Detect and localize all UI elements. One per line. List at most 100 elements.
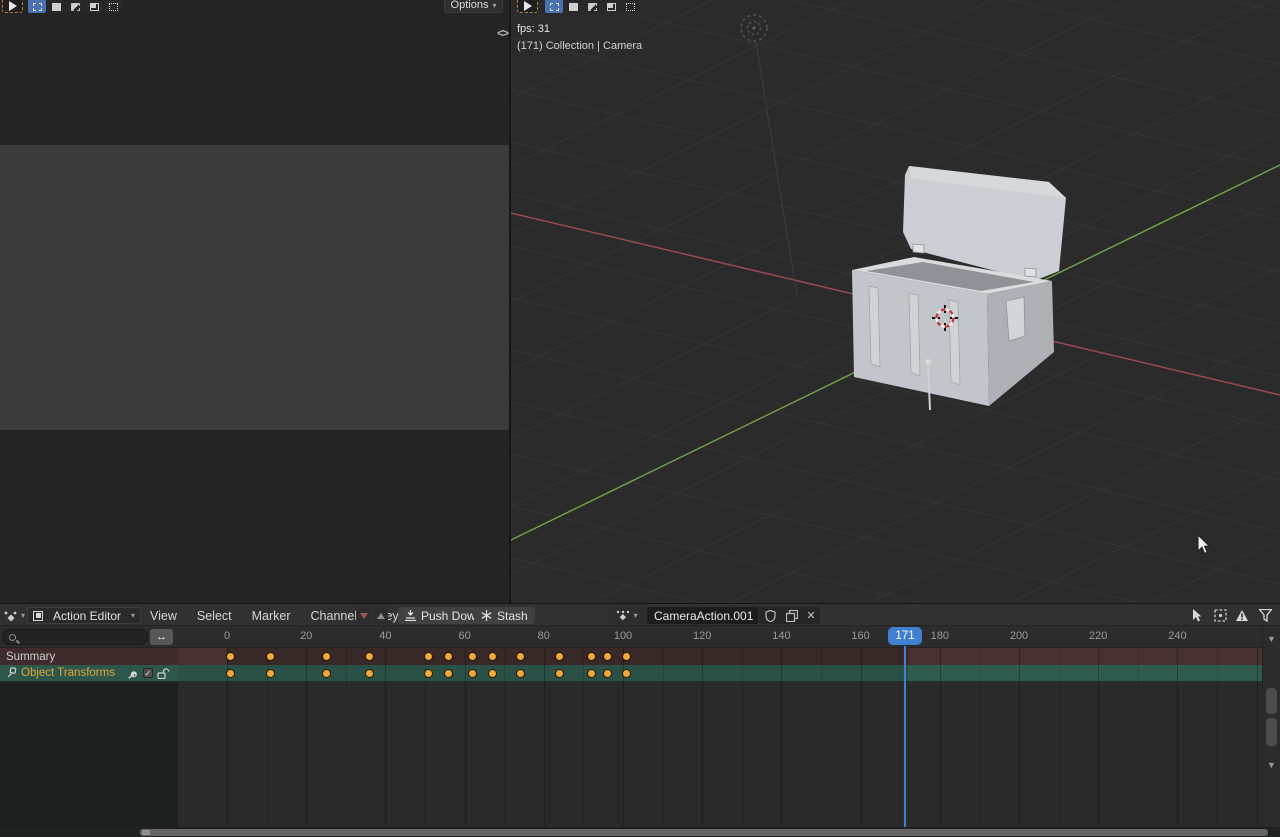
keyframe-dot[interactable] — [516, 652, 525, 661]
only-selected-toggle[interactable] — [1190, 607, 1206, 624]
menu-view[interactable]: View — [148, 609, 179, 623]
select-mode-intersect-button[interactable] — [621, 0, 639, 13]
menu-marker[interactable]: Marker — [250, 609, 293, 623]
show-errors-toggle[interactable] — [1234, 607, 1250, 624]
action-name-field[interactable]: CameraAction.001 — [647, 607, 758, 624]
grid-line — [1138, 648, 1139, 827]
wrench-icon[interactable] — [127, 667, 139, 679]
keyframe-dot[interactable] — [488, 652, 497, 661]
new-action-button[interactable] — [781, 607, 802, 624]
editor-mode-dropdown[interactable]: Action Editor ▾ — [27, 607, 141, 624]
triangle-down-icon — [360, 613, 368, 619]
menu-select[interactable]: Select — [195, 609, 234, 623]
timeline-ruler[interactable]: ↔ — [0, 626, 1280, 648]
tweak-tool-button[interactable] — [2, 0, 23, 13]
dope-sheet-right-scrollbar[interactable]: ▼ ▼ — [1262, 626, 1280, 827]
grid-line — [583, 648, 584, 827]
select-mode-invert-button[interactable] — [85, 0, 103, 13]
vertical-scrollbar-thumb[interactable] — [1266, 688, 1277, 714]
grid-line — [742, 648, 743, 827]
keyframe-dot[interactable] — [266, 652, 275, 661]
browse-action-button[interactable]: ▾ — [608, 607, 646, 624]
channel-enable-checkbox[interactable]: ✓ — [143, 668, 153, 678]
chevron-down-icon: ▾ — [633, 611, 637, 620]
out-of-range-shade — [908, 665, 1262, 681]
chevron-down-icon[interactable]: ▼ — [1267, 760, 1276, 770]
floor-grid-line — [511, 199, 1280, 574]
options-dropdown[interactable]: Options ▾ — [444, 0, 503, 13]
grid-line — [1019, 648, 1020, 827]
snowflake-icon — [481, 610, 492, 621]
move-down-button[interactable] — [356, 607, 371, 624]
current-frame-badge[interactable]: 171 — [888, 627, 922, 645]
tweak-tool-button-right[interactable] — [517, 0, 538, 13]
editor-type-button[interactable]: ▾ — [3, 607, 25, 624]
keyframe-dot[interactable] — [603, 652, 612, 661]
keyframe-dot[interactable] — [322, 652, 331, 661]
select-mode-new-button[interactable] — [545, 0, 563, 13]
keyframe-dot[interactable] — [266, 669, 275, 678]
viewport-header-info: (171) Collection | Camera — [517, 40, 642, 52]
keyframe-dot[interactable] — [468, 669, 477, 678]
ruler-label: 180 — [931, 630, 949, 642]
select-mode-intersect-button[interactable] — [104, 0, 122, 13]
warning-triangle-icon — [1235, 609, 1249, 622]
keyframe-dot[interactable] — [488, 669, 497, 678]
unlock-icon[interactable] — [157, 668, 170, 679]
keyframe-dot[interactable] — [587, 652, 596, 661]
show-hidden-toggle[interactable] — [1212, 607, 1228, 624]
expand-range-button[interactable]: ↔ — [150, 629, 173, 645]
editor-mode-label: Action Editor — [53, 609, 121, 623]
scrollbar-resize-knob[interactable] — [142, 830, 150, 835]
viewport-right-tool-header — [511, 0, 1280, 14]
horizontal-scrollbar-track[interactable] — [0, 827, 1280, 837]
box-select-intersect-icon — [109, 3, 118, 11]
ruler-label: 160 — [851, 630, 869, 642]
keyframe-dot[interactable] — [468, 652, 477, 661]
channel-search-input[interactable] — [2, 629, 148, 645]
filter-funnel-icon — [1259, 609, 1272, 622]
summary-channel-header[interactable]: Summary — [0, 648, 178, 665]
select-mode-subtract-button[interactable] — [583, 0, 601, 13]
box-select-new-icon — [550, 3, 559, 11]
ruler-label: 80 — [538, 630, 550, 642]
horizontal-scrollbar-thumb[interactable] — [140, 829, 1268, 836]
floor-grid-line — [511, 403, 1280, 603]
select-mode-extend-button[interactable] — [564, 0, 582, 13]
keyframe-grid-area[interactable] — [178, 682, 1262, 827]
select-mode-subtract-button[interactable] — [66, 0, 84, 13]
vertical-scrollbar-thumb[interactable] — [1266, 718, 1277, 746]
fake-user-button[interactable] — [759, 607, 781, 624]
close-icon: ✕ — [806, 609, 815, 622]
playhead-line[interactable] — [904, 646, 906, 827]
shield-icon — [765, 610, 776, 622]
pin-icon[interactable] — [6, 667, 17, 679]
ruler-label: 240 — [1168, 630, 1186, 642]
chest-model-perspective[interactable] — [852, 166, 1066, 410]
keyframe-dot[interactable] — [603, 669, 612, 678]
triangle-up-icon — [377, 613, 385, 619]
viewport-perspective[interactable]: fps: 31 (171) Collection | Camera — [511, 0, 1280, 603]
copy-icon — [786, 610, 798, 622]
action-browse-icon — [616, 610, 630, 622]
keyframe-dot[interactable] — [322, 669, 331, 678]
chevron-down-icon[interactable]: ▼ — [1267, 634, 1276, 644]
stash-button[interactable]: Stash — [474, 607, 535, 624]
menu-channel[interactable]: Channel — [309, 609, 360, 623]
keyframe-dot[interactable] — [587, 669, 596, 678]
object-transforms-channel-header[interactable]: Object Transforms ✓ — [0, 665, 178, 681]
box-select-extend-icon — [52, 3, 61, 11]
filters-button[interactable] — [1257, 607, 1273, 624]
select-mode-invert-button[interactable] — [602, 0, 620, 13]
keyframe-dot[interactable] — [365, 669, 374, 678]
keyframe-dot[interactable] — [365, 652, 374, 661]
select-mode-extend-button[interactable] — [47, 0, 65, 13]
area-resize-handle[interactable]: <> — [497, 26, 507, 40]
keyframe-dot[interactable] — [516, 669, 525, 678]
move-up-button[interactable] — [373, 607, 388, 624]
ruler-label: 0 — [224, 630, 230, 642]
viewport-camera[interactable]: Options ▾ — [0, 0, 509, 603]
floor-grid-line — [511, 402, 1280, 584]
unlink-action-button[interactable]: ✕ — [802, 607, 820, 624]
select-mode-new-button[interactable] — [28, 0, 46, 13]
